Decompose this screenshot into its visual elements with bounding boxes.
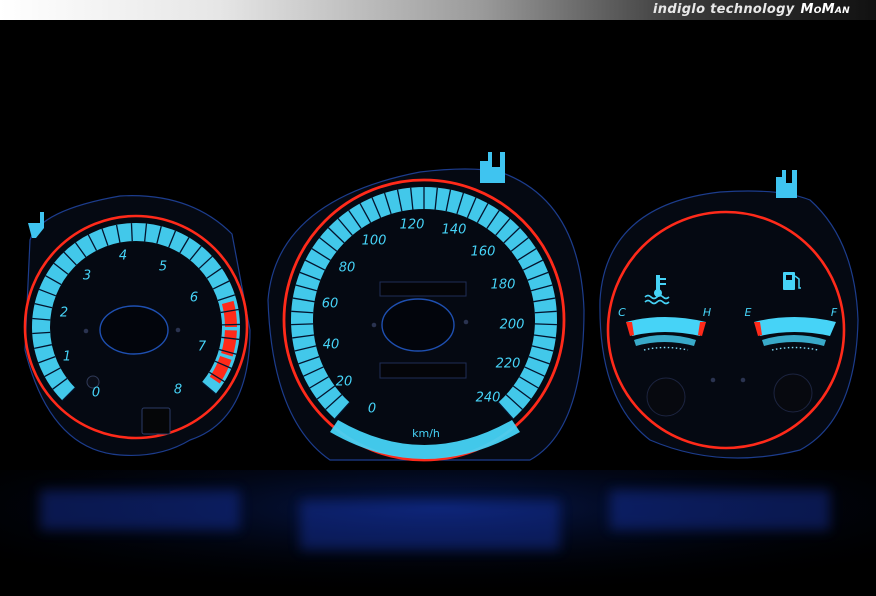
temperature-knob-hole — [646, 377, 686, 417]
speed-label-20: 20 — [336, 375, 353, 390]
tach-label-5: 5 — [159, 260, 167, 275]
odometer-window-bottom — [379, 362, 467, 379]
tachometer-tick — [130, 223, 133, 242]
speed-label-180: 180 — [491, 278, 516, 293]
fuel-empty-label: E — [745, 306, 752, 319]
tachometer-screw-right — [175, 327, 181, 333]
tach-label-3: 3 — [83, 269, 91, 284]
tach-label-2: 2 — [60, 306, 68, 321]
combo-screw-left — [710, 377, 716, 383]
instrument-cluster-photo: 0 1 2 3 4 5 6 7 8 0 20 40 60 80 100 120 … — [0, 152, 876, 596]
speed-label-140: 140 — [442, 223, 467, 238]
speedometer: 0 20 40 60 80 100 120 140 160 180 200 22… — [267, 152, 585, 462]
speedometer-hub — [381, 298, 455, 352]
speed-unit-label: km/h — [412, 427, 440, 440]
speed-label-80: 80 — [339, 261, 356, 276]
tach-label-0: 0 — [92, 386, 100, 401]
temperature-hot-label: H — [703, 306, 711, 319]
speed-label-240: 240 — [476, 391, 501, 406]
banner-text: indiglo technology — [653, 2, 795, 17]
odometer-window-top — [379, 281, 467, 297]
tachometer-redline-segment — [221, 300, 237, 328]
speed-label-0: 0 — [368, 402, 376, 417]
temperature-cold-label: C — [618, 306, 626, 319]
combo-mount-tab — [776, 170, 797, 198]
tachometer-warning-window — [141, 407, 171, 435]
speed-label-160: 160 — [471, 245, 496, 260]
speed-label-40: 40 — [323, 338, 340, 353]
tach-label-8: 8 — [174, 383, 182, 398]
speed-label-100: 100 — [362, 234, 387, 249]
speed-label-200: 200 — [500, 318, 525, 333]
speedometer-screw-right — [463, 319, 469, 325]
banner-caption: indiglo technology MoMan — [653, 2, 850, 18]
temperature-fuel-cluster: C H E F — [599, 170, 859, 459]
speedometer-screw-left — [371, 322, 377, 328]
speedometer-tick — [291, 323, 314, 326]
tach-label-6: 6 — [190, 291, 198, 306]
speedometer-mount-tab — [480, 152, 505, 183]
fuel-full-label: F — [831, 306, 838, 319]
header-banner: indiglo technology MoMan — [0, 0, 876, 20]
speed-label-60: 60 — [322, 297, 339, 312]
tachometer: 0 1 2 3 4 5 6 7 8 — [23, 195, 251, 457]
tach-label-4: 4 — [119, 249, 127, 264]
speed-label-220: 220 — [496, 357, 521, 372]
speed-label-120: 120 — [400, 218, 425, 233]
brand-logo-text: MoMan — [800, 2, 850, 17]
tachometer-hub — [99, 305, 169, 355]
tach-label-7: 7 — [198, 340, 207, 355]
tach-label-1: 1 — [63, 350, 71, 365]
speedometer-tick — [534, 323, 557, 326]
fuel-knob-hole — [773, 373, 813, 413]
tachometer-screw-left — [83, 328, 89, 334]
combo-screw-right — [740, 377, 746, 383]
